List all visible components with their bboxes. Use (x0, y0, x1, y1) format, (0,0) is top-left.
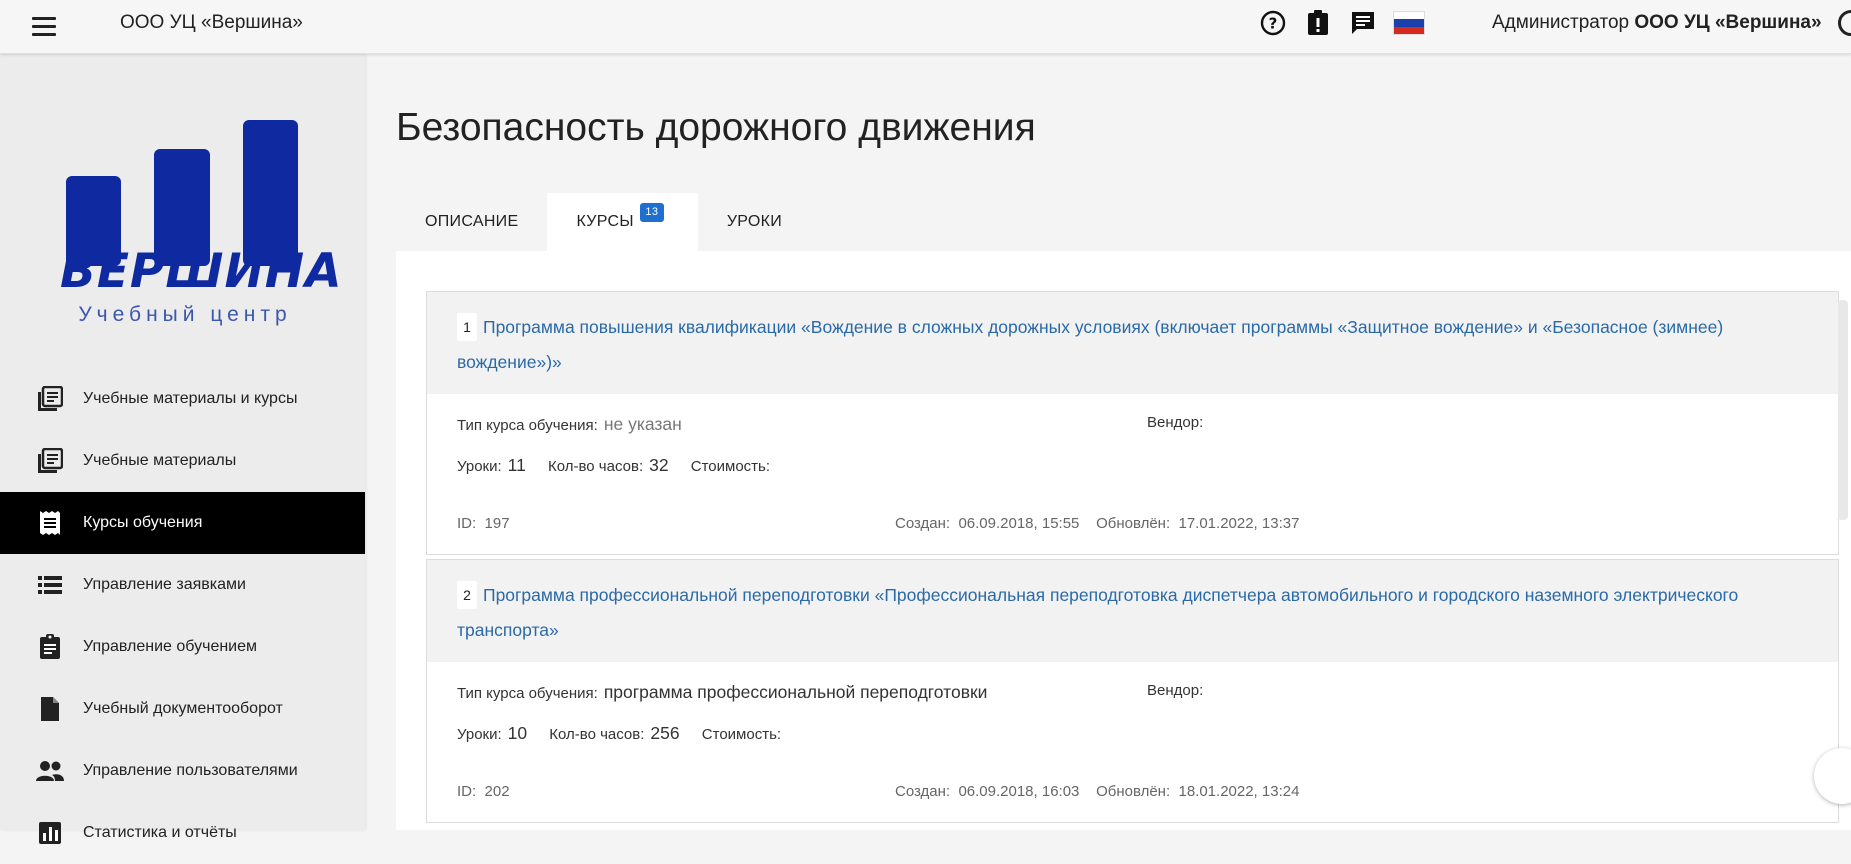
courses-count-badge: 13 (639, 203, 664, 222)
chart-icon (36, 819, 64, 847)
course-title-link[interactable]: Программа профессиональной переподготовк… (457, 585, 1738, 640)
sidebar-item-label: Управление пользователями (83, 762, 298, 779)
user-name[interactable]: Администратор ООО УЦ «Вершина» (1492, 12, 1822, 34)
sidebar-item-label: Учебные материалы и курсы (83, 390, 298, 407)
course-card-header: 2 Программа профессиональной переподготов… (427, 560, 1838, 662)
sidebar-item-materials-courses[interactable]: Учебные материалы и курсы (0, 368, 365, 430)
course-type: Тип курса обучения: не указан (457, 414, 682, 434)
alert-icon[interactable] (1303, 8, 1333, 38)
help-icon[interactable]: ? (1258, 8, 1288, 38)
library-books-icon (36, 447, 64, 475)
course-id: ID: 197 (457, 515, 510, 532)
russian-flag-icon[interactable] (1393, 11, 1425, 35)
sidebar-item-statistics[interactable]: Статистика и отчёты (0, 802, 365, 864)
course-card: 1 Программа повышения квалификации «Вожде… (426, 291, 1839, 555)
document-icon (36, 695, 64, 723)
course-number: 1 (457, 313, 477, 341)
library-books-icon (36, 385, 64, 413)
sidebar-item-label: Курсы обучения (83, 514, 203, 531)
sidebar-item-materials[interactable]: Учебные материалы (0, 430, 365, 492)
sidebar-item-courses[interactable]: Курсы обучения (0, 492, 365, 554)
list-icon (36, 571, 64, 599)
sidebar-item-label: Статистика и отчёты (83, 824, 237, 841)
course-vendor: Вендор: (1147, 682, 1204, 699)
sidebar-item-documents[interactable]: Учебный документооборот (0, 678, 365, 740)
course-dates: Создан: 06.09.2018, 16:03 Обновлён: 18.0… (895, 783, 1300, 800)
sidebar-nav: Учебные материалы и курсы Учебные матери… (0, 368, 365, 864)
course-card-header: 1 Программа повышения квалификации «Вожде… (427, 292, 1838, 394)
svg-text:?: ? (1269, 15, 1278, 33)
tabs: ОПИСАНИЕ КУРСЫ 13 УРОКИ (396, 193, 811, 251)
course-title-link[interactable]: Программа повышения квалификации «Вожден… (457, 317, 1723, 372)
people-icon (36, 757, 64, 785)
scrollbar[interactable] (1838, 300, 1848, 520)
logo-subtitle: Учебный центр (78, 303, 292, 326)
logo: ВЕРШИНА Учебный центр (60, 84, 343, 344)
course-type: Тип курса обучения: программа профессиона… (457, 682, 988, 702)
top-bar: ООО УЦ «Вершина» ? Администратор ООО УЦ … (0, 0, 1851, 54)
sidebar-item-label: Управление заявками (83, 576, 246, 593)
course-stats: Уроки: 10 Кол-во часов: 256 Стоимость: (457, 723, 782, 743)
course-card: 2 Программа профессиональной переподготов… (426, 559, 1839, 823)
course-stats: Уроки: 11 Кол-во часов: 32 Стоимость: (457, 455, 771, 475)
courses-panel: 1 Программа повышения квалификации «Вожде… (396, 251, 1851, 830)
assignment-icon (36, 633, 64, 661)
course-dates: Создан: 06.09.2018, 15:55 Обновлён: 17.0… (895, 515, 1300, 532)
sidebar-item-label: Управление обучением (83, 638, 258, 655)
receipt-icon (36, 509, 64, 537)
page-title: Безопасность дорожного движения (396, 106, 1036, 149)
tab-courses[interactable]: КУРСЫ 13 (547, 193, 698, 251)
sidebar-item-label: Учебные материалы (83, 452, 237, 469)
sidebar-item-label: Учебный документооборот (83, 700, 283, 717)
org-title: ООО УЦ «Вершина» (120, 12, 303, 33)
user-avatar-icon[interactable] (1838, 10, 1851, 36)
chat-icon[interactable] (1348, 8, 1378, 38)
course-vendor: Вендор: (1147, 414, 1204, 431)
course-number: 2 (457, 581, 477, 609)
hamburger-menu-icon[interactable] (32, 13, 58, 39)
sidebar: ВЕРШИНА Учебный центр Учебные материалы … (0, 54, 365, 844)
tab-description[interactable]: ОПИСАНИЕ (396, 193, 547, 251)
sidebar-item-users[interactable]: Управление пользователями (0, 740, 365, 802)
sidebar-item-training-management[interactable]: Управление обучением (0, 616, 365, 678)
course-id: ID: 202 (457, 783, 510, 800)
sidebar-item-requests[interactable]: Управление заявками (0, 554, 365, 616)
tab-lessons[interactable]: УРОКИ (698, 193, 811, 251)
logo-title: ВЕРШИНА (60, 244, 343, 299)
